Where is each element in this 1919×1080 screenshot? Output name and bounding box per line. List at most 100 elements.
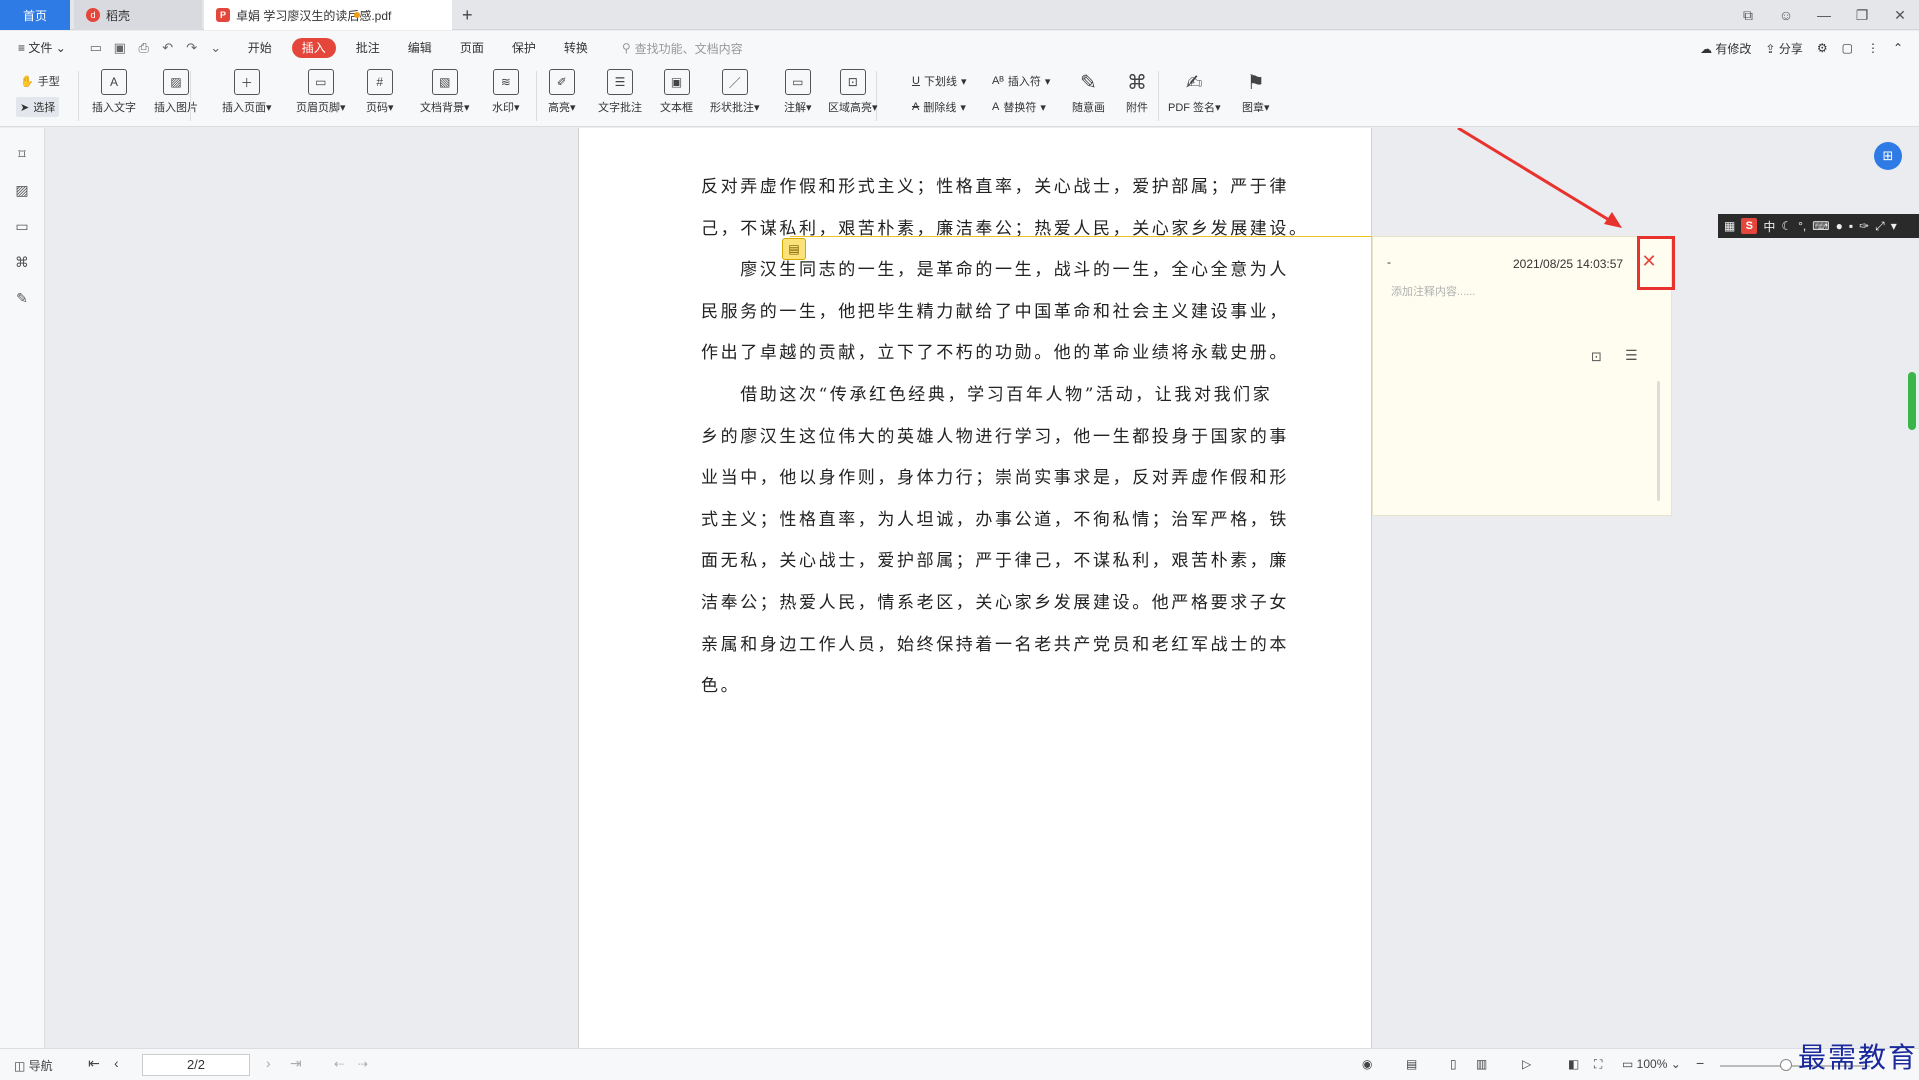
- replace-symbol-tool[interactable]: A 替换符 ▾: [992, 99, 1046, 115]
- ribbon-tool[interactable]: ▣ 文本框: [660, 69, 693, 115]
- tab-menu-item[interactable]: 插入: [291, 38, 336, 58]
- file-menu[interactable]: ≡ 文件 ⌄: [10, 38, 74, 58]
- text-line: 借助这次“传承红色经典，学习百年人物”活动，让我对我们家: [701, 385, 1273, 405]
- undo-icon[interactable]: ↶: [156, 40, 180, 56]
- more-dropdown-icon[interactable]: ⌄: [204, 40, 228, 56]
- bookmark-icon[interactable]: ⌑: [12, 144, 32, 164]
- forward-icon[interactable]: ⇢: [358, 1057, 368, 1071]
- punctuation-icon[interactable]: °,: [1798, 219, 1806, 233]
- comment-list-icon[interactable]: ▭: [12, 216, 32, 236]
- signature-panel-icon[interactable]: ✎: [12, 288, 32, 308]
- sogou-icon[interactable]: S: [1741, 218, 1758, 234]
- modify-button[interactable]: ☁ 有修改: [1700, 40, 1751, 57]
- ribbon-tool[interactable]: A 插入文字: [92, 69, 136, 115]
- grid-icon[interactable]: ▦: [1724, 219, 1735, 233]
- ribbon-tool[interactable]: ⊡ 区域高亮▾: [828, 69, 878, 115]
- fit-page-icon[interactable]: ⛶: [1594, 1057, 1602, 1072]
- tab-menu-item[interactable]: 页面: [452, 38, 492, 58]
- select-tool[interactable]: ➤ 选择: [16, 97, 60, 117]
- reply-icon[interactable]: ⊡: [1591, 349, 1602, 365]
- thumbnail-icon[interactable]: ▨: [12, 180, 32, 200]
- comment-input-placeholder[interactable]: 添加注释内容......: [1391, 283, 1475, 299]
- comment-scrollbar[interactable]: [1657, 381, 1660, 501]
- collapse-ribbon-icon[interactable]: ⌃: [1893, 41, 1903, 55]
- avatar[interactable]: ☺: [1767, 7, 1805, 23]
- expand-icon[interactable]: ⤢: [1875, 219, 1885, 234]
- wrench-icon[interactable]: ✑: [1859, 219, 1869, 233]
- fit-width-icon[interactable]: ◧: [1568, 1057, 1579, 1071]
- insert-symbol-tool[interactable]: Aᴮ 插入符 ▾: [992, 73, 1050, 89]
- more-icon[interactable]: ⋮: [1867, 41, 1879, 55]
- comment-card[interactable]: - 2021/08/25 14:03:57 ✕ 添加注释内容...... ⊡ ☰: [1372, 236, 1672, 516]
- ribbon-tool-label: 水印▾: [492, 99, 520, 115]
- freehand-tool[interactable]: ✎ 随意画: [1072, 69, 1105, 115]
- save-icon[interactable]: ▣: [108, 40, 132, 56]
- tab-menu-item[interactable]: 开始: [240, 38, 280, 58]
- vertical-scrollbar[interactable]: [1908, 372, 1916, 430]
- single-page-icon[interactable]: ▤: [1406, 1057, 1417, 1071]
- restore-icon[interactable]: ❐: [1843, 7, 1881, 24]
- stamp-tool[interactable]: ⚑ 图章▾: [1242, 69, 1270, 115]
- prev-page-icon[interactable]: ‹: [114, 1055, 119, 1071]
- minimize-icon[interactable]: —: [1805, 7, 1843, 23]
- dropdown-icon[interactable]: ▾: [1891, 219, 1897, 233]
- redo-icon[interactable]: ↷: [180, 40, 204, 56]
- text-line: 反对弄虚作假和形式主义；性格直率，关心战士，爱护部属；严于律: [701, 177, 1289, 197]
- ribbon-tool[interactable]: ☰ 文字批注: [598, 69, 642, 115]
- attachment-tool[interactable]: ⌘ 附件: [1124, 69, 1150, 115]
- continuous-icon[interactable]: ▯: [1450, 1057, 1457, 1071]
- tab-menu-item[interactable]: 保护: [504, 38, 544, 58]
- ribbon-tool-icon: ✐: [548, 69, 575, 95]
- zoom-slider-knob[interactable]: [1780, 1059, 1792, 1071]
- nav-button[interactable]: ◫ 导航: [14, 1057, 53, 1074]
- page-number-input[interactable]: 2/2: [142, 1054, 250, 1076]
- search-box[interactable]: ⚲ 查找功能、文档内容: [622, 40, 743, 57]
- ribbon-tool[interactable]: ≋ 水印▾: [492, 69, 520, 115]
- ribbon-tool[interactable]: ▨ 插入图片: [154, 69, 198, 115]
- zoom-dropdown[interactable]: ▭ 100% ⌄: [1622, 1057, 1681, 1071]
- ribbon-tool[interactable]: ▭ 页眉页脚▾: [296, 69, 346, 115]
- chinese-mode-icon[interactable]: 中: [1763, 218, 1775, 235]
- hand-tool[interactable]: ✋ 手型: [20, 73, 60, 89]
- feedback-icon[interactable]: ▢: [1842, 41, 1853, 55]
- user-icon[interactable]: ●: [1836, 219, 1843, 233]
- comment-menu-icon[interactable]: ☰: [1625, 347, 1638, 364]
- skin-icon[interactable]: ▪: [1849, 219, 1853, 233]
- attachment-icon[interactable]: ⌘: [12, 252, 32, 272]
- tab-daoke[interactable]: d 稻壳: [74, 0, 202, 30]
- underline-tool[interactable]: U 下划线 ▾: [912, 73, 966, 89]
- strikethrough-tool[interactable]: A 删除线 ▾: [912, 99, 966, 115]
- open-icon[interactable]: ▭: [84, 40, 108, 56]
- ribbon-tool[interactable]: # 页码▾: [366, 69, 394, 115]
- settings-icon[interactable]: ⚙: [1817, 41, 1828, 55]
- tab-menu-item[interactable]: 批注: [348, 38, 388, 58]
- next-page-icon[interactable]: ›: [266, 1055, 271, 1071]
- multiwindow-icon[interactable]: ⧉: [1729, 7, 1767, 24]
- play-icon[interactable]: ▷: [1522, 1057, 1531, 1071]
- tab-document[interactable]: P 卓娟 学习廖汉生的读后感.pdf: [204, 0, 452, 30]
- last-page-icon[interactable]: ⇥: [290, 1055, 302, 1072]
- floating-tool-button[interactable]: ⊞: [1874, 142, 1902, 170]
- back-icon[interactable]: ⇠: [334, 1057, 344, 1071]
- share-button[interactable]: ⇪ 分享: [1765, 40, 1802, 57]
- moon-icon[interactable]: ☾: [1781, 219, 1792, 233]
- tab-menu-item[interactable]: 编辑: [400, 38, 440, 58]
- eye-protection-icon[interactable]: ◉: [1362, 1057, 1372, 1071]
- double-page-icon[interactable]: ▥: [1476, 1057, 1487, 1071]
- ribbon-tool[interactable]: ▭ 注解▾: [784, 69, 812, 115]
- ribbon-tool[interactable]: ／ 形状批注▾: [710, 69, 760, 115]
- print-icon[interactable]: ⎙: [132, 40, 156, 56]
- ribbon-tool[interactable]: ＋ 插入页面▾: [222, 69, 272, 115]
- first-page-icon[interactable]: ⇤: [88, 1055, 100, 1072]
- note-icon[interactable]: ▤: [782, 238, 806, 260]
- text-line: 亲属和身边工作人员，始终保持着一名老共产党员和老红军战士的本: [701, 634, 1289, 655]
- ribbon-tool[interactable]: ✐ 高亮▾: [548, 69, 576, 115]
- pdf-sign-tool[interactable]: ✍ PDF 签名▾: [1168, 69, 1221, 115]
- tab-home[interactable]: 首页: [0, 0, 70, 30]
- tab-menu-item[interactable]: 转换: [556, 38, 596, 58]
- zoom-out-icon[interactable]: −: [1696, 1055, 1704, 1071]
- close-icon[interactable]: ✕: [1881, 7, 1919, 24]
- new-tab-button[interactable]: +: [462, 5, 473, 26]
- ribbon-tool[interactable]: ▧ 文档背景▾: [420, 69, 470, 115]
- keyboard-icon[interactable]: ⌨: [1812, 219, 1829, 233]
